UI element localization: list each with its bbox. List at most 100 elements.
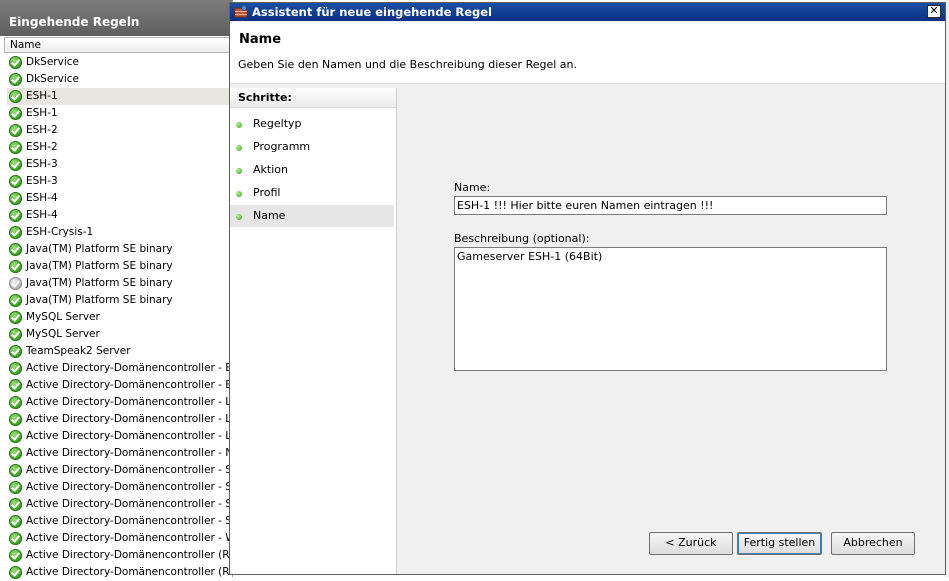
rule-row[interactable]: ESH-2 <box>7 139 232 156</box>
rule-row[interactable]: Active Directory-Domänencontroller - SAM <box>7 479 232 496</box>
rule-label: Active Directory-Domänencontroller - SAM <box>26 464 232 476</box>
rule-row[interactable]: Active Directory-Domänencontroller - Net… <box>7 445 232 462</box>
enabled-check-icon <box>9 243 22 256</box>
step-label: Programm <box>253 140 311 153</box>
enabled-check-icon <box>9 73 22 86</box>
enabled-check-icon <box>9 498 22 511</box>
name-field[interactable] <box>454 196 887 215</box>
enabled-check-icon <box>9 396 22 409</box>
rule-row[interactable]: ESH-4 <box>7 190 232 207</box>
rule-row[interactable]: Java(TM) Platform SE binary <box>7 275 232 292</box>
firewall-wizard-icon <box>234 5 248 18</box>
enabled-check-icon <box>9 430 22 443</box>
enabled-check-icon <box>9 311 22 324</box>
rule-row[interactable]: Active Directory-Domänencontroller - LDA… <box>7 428 232 445</box>
rule-row[interactable]: Active Directory-Domänencontroller - SLD… <box>7 513 232 530</box>
rule-label: Java(TM) Platform SE binary <box>26 294 173 306</box>
rule-row[interactable]: ESH-4 <box>7 207 232 224</box>
rule-row[interactable]: Active Directory-Domänencontroller - Ech… <box>7 377 232 394</box>
rule-row[interactable]: Active Directory-Domänencontroller - Ech… <box>7 360 232 377</box>
rule-row[interactable]: Active Directory-Domänencontroller - W32 <box>7 530 232 547</box>
name-label: Name: <box>454 181 491 194</box>
enabled-check-icon <box>9 56 22 69</box>
enabled-check-icon <box>9 175 22 188</box>
rule-label: Active Directory-Domänencontroller - SLD… <box>26 515 232 527</box>
rule-label: Active Directory-Domänencontroller - LDA… <box>26 413 232 425</box>
step-item[interactable]: Profil <box>230 182 394 204</box>
rule-row[interactable]: ESH-3 <box>7 173 232 190</box>
rule-row[interactable]: ESH-2 <box>7 122 232 139</box>
rule-row[interactable]: TeamSpeak2 Server <box>7 343 232 360</box>
enabled-check-icon <box>9 464 22 477</box>
enabled-check-icon <box>9 260 22 273</box>
step-bullet-icon <box>236 191 242 197</box>
rule-label: Java(TM) Platform SE binary <box>26 277 173 289</box>
rule-row[interactable]: Active Directory-Domänencontroller (RPC- <box>7 564 232 581</box>
rule-label: ESH-3 <box>26 158 58 170</box>
rule-label: Active Directory-Domänencontroller (RPC) <box>26 549 232 561</box>
rule-row[interactable]: ESH-1 <box>7 105 232 122</box>
enabled-check-icon <box>9 532 22 545</box>
page-subtitle: Geben Sie den Namen und die Beschreibung… <box>238 58 578 71</box>
enabled-check-icon <box>9 379 22 392</box>
back-button[interactable]: < Zurück <box>649 532 733 555</box>
enabled-check-icon <box>9 566 22 579</box>
step-item[interactable]: Name <box>230 205 394 227</box>
rule-label: ESH-2 <box>26 124 58 136</box>
step-label: Aktion <box>253 163 288 176</box>
rule-row[interactable]: DkService <box>7 54 232 71</box>
enabled-check-icon <box>9 345 22 358</box>
new-inbound-rule-wizard: Assistent für neue eingehende Regel ✕ Na… <box>229 2 946 575</box>
rule-row[interactable]: Java(TM) Platform SE binary <box>7 241 232 258</box>
inbound-rules-panel: Eingehende Regeln Name DkService DkServic… <box>0 0 233 579</box>
page-title: Name <box>239 32 282 47</box>
description-field[interactable]: Gameserver ESH-1 (64Bit) <box>454 247 887 371</box>
rule-row[interactable]: MySQL Server <box>7 309 232 326</box>
enabled-check-icon <box>9 294 22 307</box>
rules-list: DkService DkService ESH-1 ESH-1 ESH-2 ESH-2 ES… <box>7 54 232 581</box>
cancel-button[interactable]: Abbrechen <box>831 532 915 555</box>
steps-header: Schritte: <box>230 88 396 108</box>
finish-button[interactable]: Fertig stellen <box>737 532 822 555</box>
rule-row[interactable]: Active Directory-Domänencontroller - LDA… <box>7 394 232 411</box>
enabled-check-icon <box>9 515 22 528</box>
enabled-check-icon <box>9 226 22 239</box>
disabled-check-icon <box>9 277 22 290</box>
rule-label: Active Directory-Domänencontroller (RPC- <box>26 566 232 578</box>
rule-row[interactable]: ESH-Crysis-1 <box>7 224 232 241</box>
rule-row[interactable]: Active Directory-Domänencontroller (RPC) <box>7 547 232 564</box>
step-item[interactable]: Programm <box>230 136 394 158</box>
rule-row[interactable]: DkService <box>7 71 232 88</box>
rule-row[interactable]: Java(TM) Platform SE binary <box>7 292 232 309</box>
enabled-check-icon <box>9 447 22 460</box>
rule-label: Java(TM) Platform SE binary <box>26 260 173 272</box>
enabled-check-icon <box>9 549 22 562</box>
steps-panel: Schritte: Regeltyp Programm Aktion Profil Na… <box>230 88 397 574</box>
step-label: Regeltyp <box>253 117 302 130</box>
dialog-titlebar[interactable]: Assistent für neue eingehende Regel ✕ <box>230 3 945 21</box>
rule-row[interactable]: Active Directory-Domänencontroller - SAM <box>7 462 232 479</box>
rule-label: Active Directory-Domänencontroller - Net… <box>26 447 232 459</box>
enabled-check-icon <box>9 90 22 103</box>
rule-label: ESH-4 <box>26 209 58 221</box>
rule-row[interactable]: Active Directory-Domänencontroller - SLD… <box>7 496 232 513</box>
rule-row[interactable]: Java(TM) Platform SE binary <box>7 258 232 275</box>
rule-label: Active Directory-Domänencontroller - LDA… <box>26 430 232 442</box>
enabled-check-icon <box>9 413 22 426</box>
rule-row[interactable]: ESH-3 <box>7 156 232 173</box>
enabled-check-icon <box>9 362 22 375</box>
step-bullet-icon <box>236 145 242 151</box>
rule-row[interactable]: ESH-1 <box>7 88 232 105</box>
rule-label: Active Directory-Domänencontroller - LDA… <box>26 396 232 408</box>
close-button[interactable]: ✕ <box>927 5 941 18</box>
step-item[interactable]: Aktion <box>230 159 394 181</box>
column-header-name[interactable]: Name <box>4 37 232 53</box>
step-item[interactable]: Regeltyp <box>230 113 394 135</box>
rule-label: MySQL Server <box>26 328 100 340</box>
enabled-check-icon <box>9 158 22 171</box>
rule-label: MySQL Server <box>26 311 100 323</box>
rule-row[interactable]: MySQL Server <box>7 326 232 343</box>
rule-row[interactable]: Active Directory-Domänencontroller - LDA… <box>7 411 232 428</box>
rule-label: ESH-4 <box>26 192 58 204</box>
rule-label: ESH-1 <box>26 107 58 119</box>
